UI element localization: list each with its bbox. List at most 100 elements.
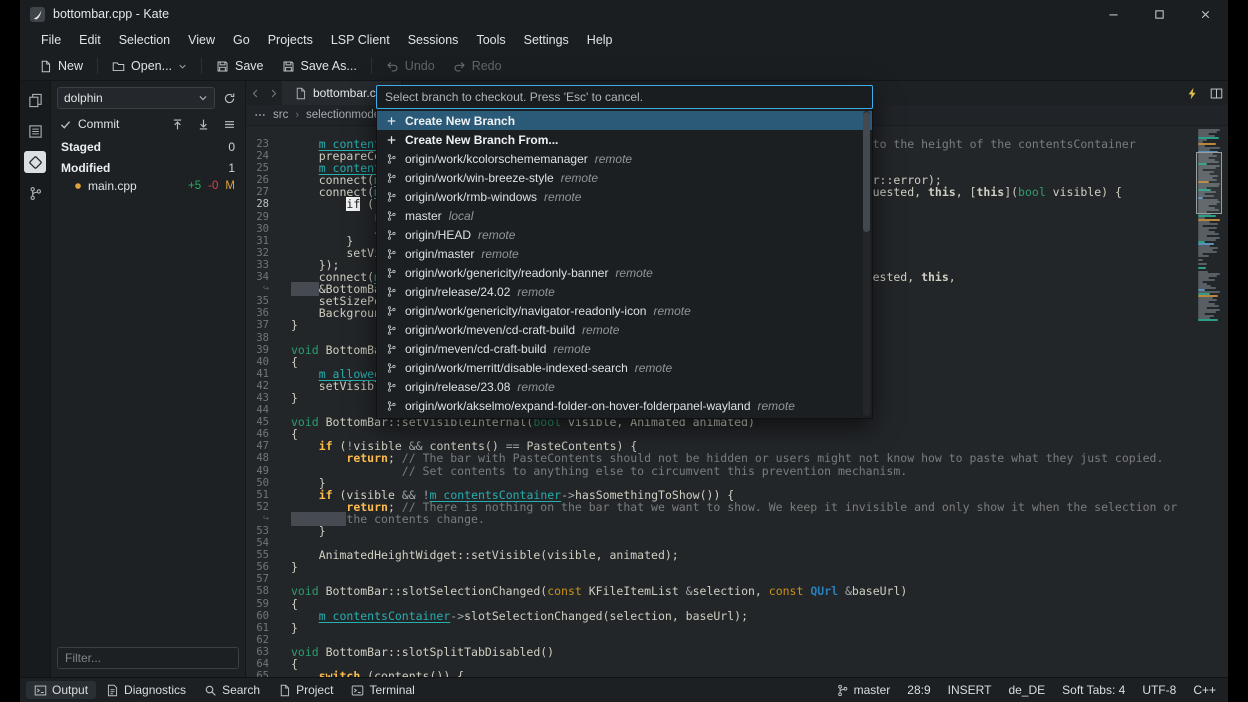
status-c[interactable]: C++ xyxy=(1193,683,1216,697)
status-soft-tabs-4[interactable]: Soft Tabs: 4 xyxy=(1062,683,1125,697)
branch-scope: remote xyxy=(758,399,795,413)
branch-item[interactable]: origin/release/23.08remote xyxy=(377,377,872,396)
create-new-branch-item[interactable]: Create New Branch xyxy=(377,111,872,130)
pull-icon[interactable] xyxy=(193,114,213,134)
git-branch-icon xyxy=(385,343,398,355)
filter-input[interactable] xyxy=(57,647,239,669)
documents-icon xyxy=(28,93,43,108)
statusbar-terminal[interactable]: Terminal xyxy=(343,681,422,699)
split-view-icon[interactable] xyxy=(1204,81,1228,105)
status-utf-8[interactable]: UTF-8 xyxy=(1142,683,1176,697)
toolview-branches[interactable] xyxy=(24,182,46,204)
branch-scope: remote xyxy=(595,152,632,166)
refresh-icon[interactable] xyxy=(219,88,239,108)
statusbar-output[interactable]: Output xyxy=(26,681,96,699)
menu-sessions[interactable]: Sessions xyxy=(399,30,468,50)
staged-section[interactable]: Staged 0 xyxy=(57,137,239,156)
git-menu-icon[interactable] xyxy=(219,114,239,134)
menu-lsp-client[interactable]: LSP Client xyxy=(322,30,399,50)
modified-file-icon xyxy=(73,181,83,191)
menu-file[interactable]: File xyxy=(32,30,70,50)
statusbar-search[interactable]: Search xyxy=(196,681,268,699)
branch-item[interactable]: origin/work/genericity/readonly-bannerre… xyxy=(377,263,872,282)
open-folder-icon xyxy=(112,60,125,73)
statusbar-project[interactable]: Project xyxy=(270,681,341,699)
statusbar-diagnostics[interactable]: Diagnostics xyxy=(98,681,194,699)
modified-section[interactable]: Modified 1 xyxy=(57,158,239,177)
save-button[interactable]: Save xyxy=(207,56,273,76)
minimap-viewport[interactable] xyxy=(1196,152,1222,214)
branch-name: Create New Branch From... xyxy=(405,133,558,147)
menu-edit[interactable]: Edit xyxy=(70,30,110,50)
quick-actions-icon[interactable] xyxy=(1180,81,1204,105)
back-icon[interactable] xyxy=(246,81,264,105)
ellipsis-icon[interactable] xyxy=(254,109,266,121)
save-as-button[interactable]: Save As... xyxy=(273,56,366,76)
code-line: 63void BottomBar::slotSplitTabDisabled() xyxy=(246,646,1228,658)
toolview-documents[interactable] xyxy=(24,89,46,111)
status-master[interactable]: master xyxy=(836,683,891,697)
branch-item[interactable]: origin/work/kcolorschememanagerremote xyxy=(377,149,872,168)
menu-selection[interactable]: Selection xyxy=(110,30,179,50)
status-28-9[interactable]: 28:9 xyxy=(907,683,930,697)
line-number: 41 xyxy=(246,368,269,380)
staged-count: 0 xyxy=(228,140,235,154)
redo-button[interactable]: Redo xyxy=(444,56,511,76)
code-line: 61} xyxy=(246,622,1228,634)
modified-count: 1 xyxy=(228,161,235,175)
branch-item[interactable]: origin/masterremote xyxy=(377,244,872,263)
branch-item[interactable]: origin/work/win-breeze-styleremote xyxy=(377,168,872,187)
branch-item[interactable]: origin/work/genericity/navigator-readonl… xyxy=(377,301,872,320)
close-button[interactable] xyxy=(1182,0,1228,28)
breadcrumb-item-selectionmode[interactable]: selectionmode xyxy=(306,109,380,121)
terminal-icon xyxy=(351,684,364,697)
project-icon xyxy=(278,684,291,697)
toolview-filesystem[interactable] xyxy=(24,120,46,142)
modified-file-row[interactable]: main.cpp +5 -0 M xyxy=(57,177,239,195)
branch-item[interactable]: origin/work/meven/cd-craft-buildremote xyxy=(377,320,872,339)
branch-item[interactable]: origin/release/24.02remote xyxy=(377,282,872,301)
menu-settings[interactable]: Settings xyxy=(515,30,578,50)
line-number: 27 xyxy=(246,186,269,198)
branch-filter-input[interactable]: Select branch to checkout. Press 'Esc' t… xyxy=(376,85,873,109)
branch-item[interactable]: origin/HEADremote xyxy=(377,225,872,244)
scrollbar-thumb[interactable] xyxy=(863,112,870,232)
chevron-down-icon xyxy=(178,62,187,71)
branch-item[interactable]: origin/work/akselmo/expand-folder-on-hov… xyxy=(377,396,872,415)
branch-item[interactable]: origin/work/rmb-windowsremote xyxy=(377,187,872,206)
new-button[interactable]: New xyxy=(30,56,92,76)
create-new-branch-from-item[interactable]: Create New Branch From... xyxy=(377,130,872,149)
save-icon xyxy=(216,60,229,73)
line-number: 61 xyxy=(246,622,269,634)
open-button[interactable]: Open... xyxy=(103,56,196,76)
line-number: 60 xyxy=(246,610,269,622)
menu-projects[interactable]: Projects xyxy=(259,30,322,50)
branch-item[interactable]: origin/meven/cd-craft-buildremote xyxy=(377,339,872,358)
lines-removed: -0 xyxy=(208,180,218,192)
branch-item[interactable]: masterlocal xyxy=(377,206,872,225)
branch-item[interactable]: origin/work/merritt/disable-indexed-sear… xyxy=(377,358,872,377)
branch-name: origin/work/win-breeze-style xyxy=(405,171,554,185)
titlebar: bottombar.cpp - Kate xyxy=(20,0,1228,28)
menu-view[interactable]: View xyxy=(179,30,224,50)
status-insert[interactable]: INSERT xyxy=(948,683,992,697)
undo-button[interactable]: Undo xyxy=(377,56,444,76)
minimap[interactable] xyxy=(1196,126,1222,677)
plus-icon xyxy=(385,115,398,127)
menu-help[interactable]: Help xyxy=(578,30,622,50)
line-number: 36 xyxy=(246,307,269,319)
menu-tools[interactable]: Tools xyxy=(467,30,514,50)
maximize-button[interactable] xyxy=(1136,0,1182,28)
menu-go[interactable]: Go xyxy=(224,30,259,50)
commit-button[interactable]: Commit xyxy=(78,117,119,131)
push-icon[interactable] xyxy=(167,114,187,134)
search-icon xyxy=(204,684,217,697)
breadcrumb-item-src[interactable]: src xyxy=(273,109,288,121)
status-de-de[interactable]: de_DE xyxy=(1008,683,1045,697)
minimize-button[interactable] xyxy=(1090,0,1136,28)
forward-icon[interactable] xyxy=(264,81,282,105)
toolview-git[interactable] xyxy=(24,151,46,173)
project-selector[interactable]: dolphin xyxy=(57,87,215,109)
code-line: 49 // Set contents to anything else to c… xyxy=(246,465,1228,477)
branch-item[interactable] xyxy=(377,415,872,419)
